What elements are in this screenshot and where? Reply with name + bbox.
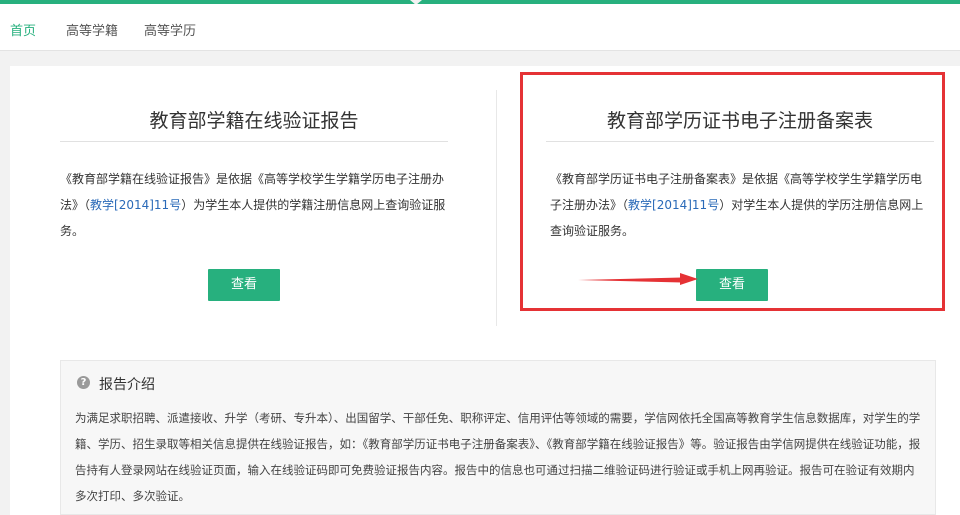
nav-item-enrollment[interactable]: 高等学籍 (66, 20, 118, 39)
regulation-link[interactable]: 教学[2014]11号 (90, 198, 181, 212)
nav-item-degree[interactable]: 高等学历 (144, 20, 196, 39)
top-nav: 首页 高等学籍 高等学历 (0, 4, 960, 51)
arrow-shaft (578, 277, 682, 283)
arrow-head (680, 273, 698, 285)
arrow-icon (578, 273, 698, 285)
intro-text: 为满足求职招聘、派遣接收、升学（考研、专升本）、出国留学、干部任免、职称评定、信… (75, 411, 921, 503)
card-description: 《教育部学籍在线验证报告》是依据《高等学校学生学籍学历电子注册办法》（教学[20… (60, 166, 446, 244)
question-circle-icon: ? (77, 376, 90, 389)
view-enrollment-report-button[interactable]: 查看 (208, 269, 280, 301)
main-panel: 教育部学籍在线验证报告 《教育部学籍在线验证报告》是依据《高等学校学生学籍学历电… (10, 66, 960, 515)
card-title: 教育部学籍在线验证报告 (149, 110, 359, 132)
nav-item-home[interactable]: 首页 (10, 20, 36, 39)
intro-title: 报告介绍 (99, 377, 155, 393)
title-divider (60, 141, 448, 142)
column-divider (496, 90, 497, 326)
report-intro-panel: ? 报告介绍 为满足求职招聘、派遣接收、升学（考研、专升本）、出国留学、干部任免… (60, 360, 936, 515)
